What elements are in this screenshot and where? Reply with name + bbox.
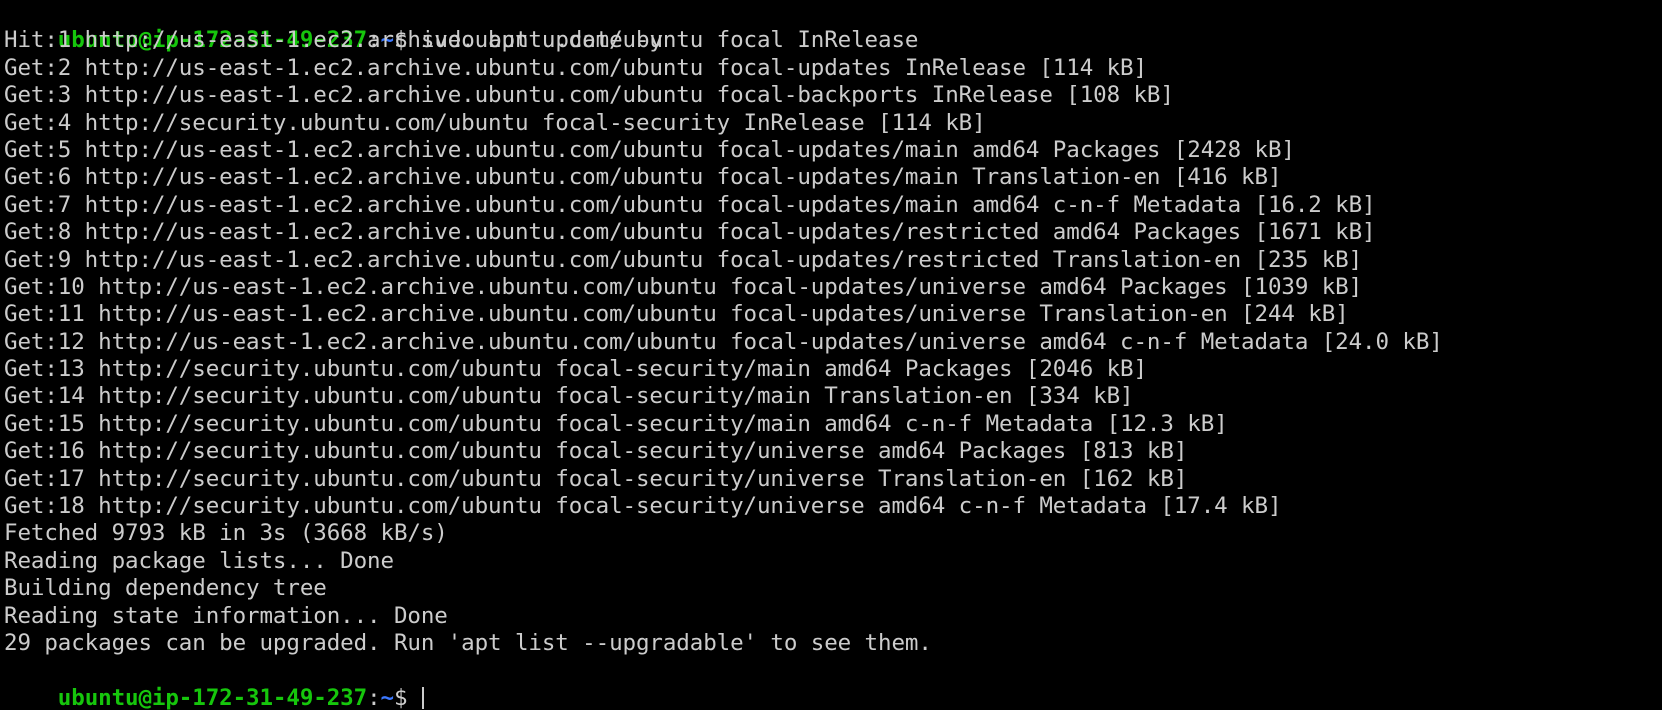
- output-line: Get:8 http://us-east-1.ec2.archive.ubunt…: [4, 219, 1376, 246]
- output-line: Fetched 9793 kB in 3s (3668 kB/s): [4, 520, 448, 547]
- output-line: Get:15 http://security.ubuntu.com/ubuntu…: [4, 410, 1228, 437]
- output-line: Reading state information... Done: [4, 602, 448, 629]
- output-line: Get:2 http://us-east-1.ec2.archive.ubunt…: [4, 54, 1147, 81]
- output-line: Get:11 http://us-east-1.ec2.archive.ubun…: [4, 301, 1349, 328]
- prompt-symbol: $: [393, 684, 421, 710]
- output-line: Hit:1 http://us-east-1.ec2.archive.ubunt…: [4, 27, 919, 54]
- output-line: Get:17 http://security.ubuntu.com/ubuntu…: [4, 465, 1188, 492]
- output-line: 29 packages can be upgraded. Run 'apt li…: [4, 629, 932, 656]
- active-prompt-line[interactable]: ubuntu@ip-172-31-49-237:~$: [4, 657, 1662, 710]
- prompt-separator: :: [367, 684, 381, 710]
- output-line: Get:4 http://security.ubuntu.com/ubuntu …: [4, 109, 986, 136]
- output-line: Get:6 http://us-east-1.ec2.archive.ubunt…: [4, 164, 1282, 191]
- output-line: Get:10 http://us-east-1.ec2.archive.ubun…: [4, 273, 1363, 300]
- text-cursor: [421, 686, 424, 709]
- output-line: Reading package lists... Done: [4, 547, 394, 574]
- prompt-path: ~: [380, 684, 395, 710]
- command-line: ubuntu@ip-172-31-49-237:~$ sudo apt upda…: [4, 0, 1662, 53]
- output-line: Building dependency tree: [4, 575, 327, 602]
- prompt-user-host: ubuntu@ip-172-31-49-237: [57, 684, 368, 710]
- output-line: Get:3 http://us-east-1.ec2.archive.ubunt…: [4, 82, 1174, 109]
- output-line: Get:13 http://security.ubuntu.com/ubuntu…: [4, 356, 1147, 383]
- output-line: Get:14 http://security.ubuntu.com/ubuntu…: [4, 383, 1134, 410]
- output-line: Get:5 http://us-east-1.ec2.archive.ubunt…: [4, 136, 1295, 163]
- output-line: Get:12 http://us-east-1.ec2.archive.ubun…: [4, 328, 1443, 355]
- output-line: Get:16 http://security.ubuntu.com/ubuntu…: [4, 438, 1188, 465]
- output-line: Get:18 http://security.ubuntu.com/ubuntu…: [4, 493, 1282, 520]
- terminal-window[interactable]: ubuntu@ip-172-31-49-237:~$ sudo apt upda…: [0, 0, 1662, 710]
- output-line: Get:9 http://us-east-1.ec2.archive.ubunt…: [4, 246, 1363, 273]
- output-line: Get:7 http://us-east-1.ec2.archive.ubunt…: [4, 191, 1376, 218]
